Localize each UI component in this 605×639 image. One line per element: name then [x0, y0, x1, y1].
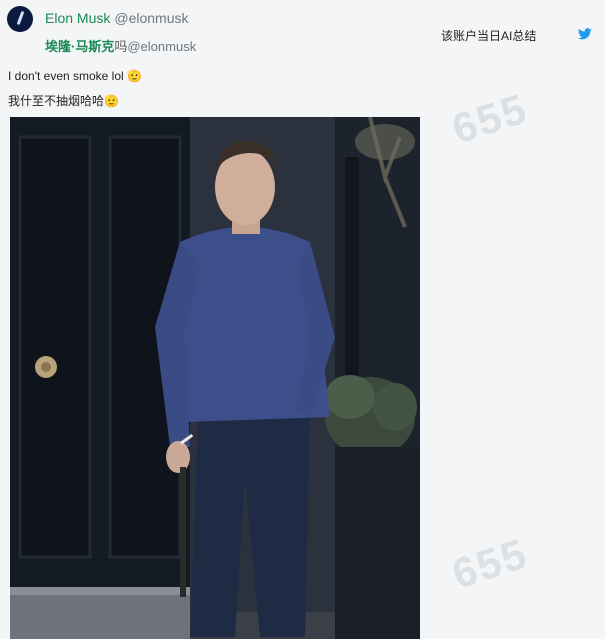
photo-illustration — [10, 117, 420, 639]
translated-name-suffix: 吗 — [114, 39, 128, 54]
tweet-text-translated: 我什至不抽烟哈哈🫡 — [8, 94, 119, 108]
translated-header: 埃隆·马斯克吗@elonmusk — [45, 39, 196, 55]
avatar-figure-icon — [16, 10, 25, 26]
user-handle[interactable]: @elonmusk — [114, 10, 188, 26]
watermark: 655 — [446, 84, 534, 153]
translated-handle: @elonmusk — [127, 39, 197, 54]
avatar[interactable] — [7, 6, 33, 32]
tweet-photo[interactable] — [10, 117, 420, 639]
tweet-text: I don't even smoke lol 🫡 — [8, 69, 142, 83]
display-name[interactable]: Elon Musk — [45, 10, 110, 26]
twitter-bird-icon[interactable] — [578, 28, 592, 40]
translated-display-name: 埃隆·马斯克 — [45, 39, 115, 54]
ai-summary-link[interactable]: 该账户当日AI总结 — [441, 27, 536, 44]
tweet-card: Elon Musk @elonmusk 埃隆·马斯克吗@elonmusk 该账户当… — [0, 0, 605, 639]
watermark: 655 — [446, 529, 534, 598]
tweet-header: Elon Musk @elonmusk — [45, 10, 189, 26]
